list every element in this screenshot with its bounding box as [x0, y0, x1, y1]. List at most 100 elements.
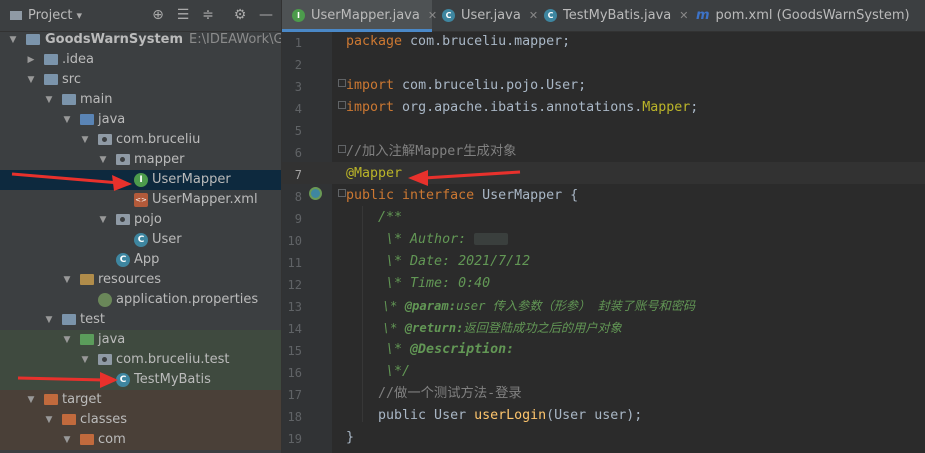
locate-target-icon[interactable]: ⊕ — [150, 7, 166, 23]
annotation-text: Mapper — [642, 100, 691, 115]
tree-label: com.bruceliu.test — [116, 352, 230, 367]
expand-arrow-icon[interactable]: ▼ — [98, 210, 108, 230]
fold-marker-icon[interactable] — [338, 79, 346, 87]
maven-icon: m — [696, 8, 710, 23]
tree-item-usermapper-xml[interactable]: <> UserMapper.xml — [0, 190, 281, 210]
tree-item-application-properties[interactable]: application.properties — [0, 290, 281, 310]
tree-item-pojo[interactable]: ▼ pojo — [0, 210, 281, 230]
tree-item-app[interactable]: C App — [0, 250, 281, 270]
tree-item-java[interactable]: ▼ java — [0, 110, 281, 130]
line-number[interactable]: 17 — [282, 386, 302, 404]
expand-arrow-icon[interactable]: ▼ — [44, 90, 54, 110]
tree-item-testmybatis[interactable]: C TestMyBatis — [0, 370, 281, 390]
implementations-gutter-icon[interactable] — [309, 187, 322, 200]
folder-icon — [44, 74, 58, 85]
expand-arrow-icon[interactable]: ▼ — [8, 30, 18, 50]
tree-item-root[interactable]: ▼ GoodsWarnSystem E:\IDEAWork\Good — [0, 30, 281, 50]
line-number[interactable]: 18 — [282, 408, 302, 426]
tree-item-target[interactable]: ▼ target — [0, 390, 281, 410]
line-number[interactable]: 2 — [282, 56, 302, 74]
project-toolbar: Project ▾ ⊕ ☰ ≑ ⚙ — — [0, 0, 281, 32]
tree-label: test — [80, 312, 105, 327]
code-line-8: public interface UserMapper { — [346, 185, 578, 207]
line-number[interactable]: 5 — [282, 122, 302, 140]
tree-item-idea[interactable]: ▶ .idea — [0, 50, 281, 70]
tree-label: mapper — [134, 152, 185, 167]
line-number[interactable]: 11 — [282, 254, 302, 272]
line-number[interactable]: 15 — [282, 342, 302, 360]
test-source-folder-icon — [80, 334, 94, 345]
line-number[interactable]: 3 — [282, 78, 302, 96]
line-number[interactable]: 10 — [282, 232, 302, 250]
code-line-15: \* @Description: — [346, 339, 514, 361]
line-number[interactable]: 16 — [282, 364, 302, 382]
package-icon — [98, 134, 112, 145]
tree-item-resources[interactable]: ▼ resources — [0, 270, 281, 290]
expand-arrow-icon[interactable]: ▼ — [44, 410, 54, 430]
gear-icon[interactable]: ⚙ — [232, 7, 248, 23]
line-number[interactable]: 7 — [282, 166, 302, 184]
source-folder-icon — [80, 114, 94, 125]
fold-marker-icon[interactable] — [338, 145, 346, 153]
tab-label: User.java — [461, 8, 521, 23]
line-number[interactable]: 12 — [282, 276, 302, 294]
class-icon: C — [442, 9, 455, 22]
redacted-author — [474, 233, 509, 245]
collapse-all-icon[interactable]: ☰ — [175, 7, 191, 23]
tree-item-test[interactable]: ▼ test — [0, 310, 281, 330]
line-number[interactable]: 6 — [282, 144, 302, 162]
code-line-4: import org.apache.ibatis.annotations.Map… — [346, 97, 698, 119]
tab-user[interactable]: C User.java ✕ — [432, 0, 538, 31]
tree-item-src[interactable]: ▼ src — [0, 70, 281, 90]
expand-arrow-icon[interactable]: ▼ — [26, 70, 36, 90]
tree-item-test-java[interactable]: ▼ java — [0, 330, 281, 350]
line-number[interactable]: 13 — [282, 298, 302, 316]
line-number[interactable]: 1 — [282, 34, 302, 52]
tree-item-main[interactable]: ▼ main — [0, 90, 281, 110]
line-number[interactable]: 4 — [282, 100, 302, 118]
tab-testmybatis[interactable]: C TestMyBatis.java ✕ — [534, 0, 688, 31]
line-number[interactable]: 8 — [282, 188, 302, 206]
doc-text: user 传入参数（形参） 封装了账号和密码 — [456, 299, 696, 313]
line-number[interactable]: 14 — [282, 320, 302, 338]
collapse-arrow-icon[interactable]: ▶ — [26, 50, 36, 70]
doc-text: \* — [346, 299, 405, 313]
expand-arrow-icon[interactable]: ▼ — [62, 430, 72, 450]
tree-item-usermapper[interactable]: I UserMapper — [0, 170, 281, 190]
expand-arrow-icon[interactable]: ▼ — [44, 310, 54, 330]
fold-marker-icon[interactable] — [338, 101, 346, 109]
expand-arrow-icon[interactable]: ▼ — [80, 130, 90, 150]
tree-item-com[interactable]: ▼ com — [0, 430, 281, 450]
line-number[interactable]: 9 — [282, 210, 302, 228]
keyword: package — [346, 34, 403, 49]
tab-pom[interactable]: m pom.xml (GoodsWarnSystem) — [686, 0, 925, 31]
tree-label: main — [80, 92, 113, 107]
expand-arrow-icon[interactable]: ▼ — [62, 330, 72, 350]
tree-item-com-bruceliu-test[interactable]: ▼ com.bruceliu.test — [0, 350, 281, 370]
fold-marker-icon[interactable] — [338, 189, 346, 197]
editor-tabs: I UserMapper.java ✕ C User.java ✕ C TestMyBat… — [282, 0, 925, 32]
expand-arrow-icon[interactable]: ▼ — [98, 150, 108, 170]
expand-arrow-icon[interactable]: ▼ — [62, 270, 72, 290]
expand-all-icon[interactable]: ≑ — [200, 7, 216, 23]
project-view-selector[interactable]: Project ▾ — [10, 8, 82, 23]
line-number[interactable]: 19 — [282, 430, 302, 448]
tree-item-user[interactable]: C User — [0, 230, 281, 250]
minimize-icon[interactable]: — — [258, 7, 274, 23]
expand-arrow-icon[interactable]: ▼ — [62, 110, 72, 130]
code-line-13: \* @param:user 传入参数（形参） 封装了账号和密码 — [346, 295, 695, 317]
excluded-folder-icon — [44, 394, 58, 405]
code-text: com.bruceliu.pojo.User; — [394, 78, 587, 93]
expand-arrow-icon[interactable]: ▼ — [26, 390, 36, 410]
tree-item-classes[interactable]: ▼ classes — [0, 410, 281, 430]
tab-usermapper[interactable]: I UserMapper.java ✕ — [282, 0, 437, 32]
code-text: UserMapper { — [474, 188, 579, 203]
spring-app-class-icon: C — [116, 253, 130, 267]
doc-text: \* Author: — [346, 232, 475, 247]
tree-item-com-bruceliu[interactable]: ▼ com.bruceliu — [0, 130, 281, 150]
tree-label: GoodsWarnSystem — [45, 32, 184, 47]
code-line-11: \* Date: 2021/7/12 — [346, 254, 531, 269]
tree-item-mapper[interactable]: ▼ mapper — [0, 150, 281, 170]
doc-text: \* — [346, 321, 405, 335]
expand-arrow-icon[interactable]: ▼ — [80, 350, 90, 370]
